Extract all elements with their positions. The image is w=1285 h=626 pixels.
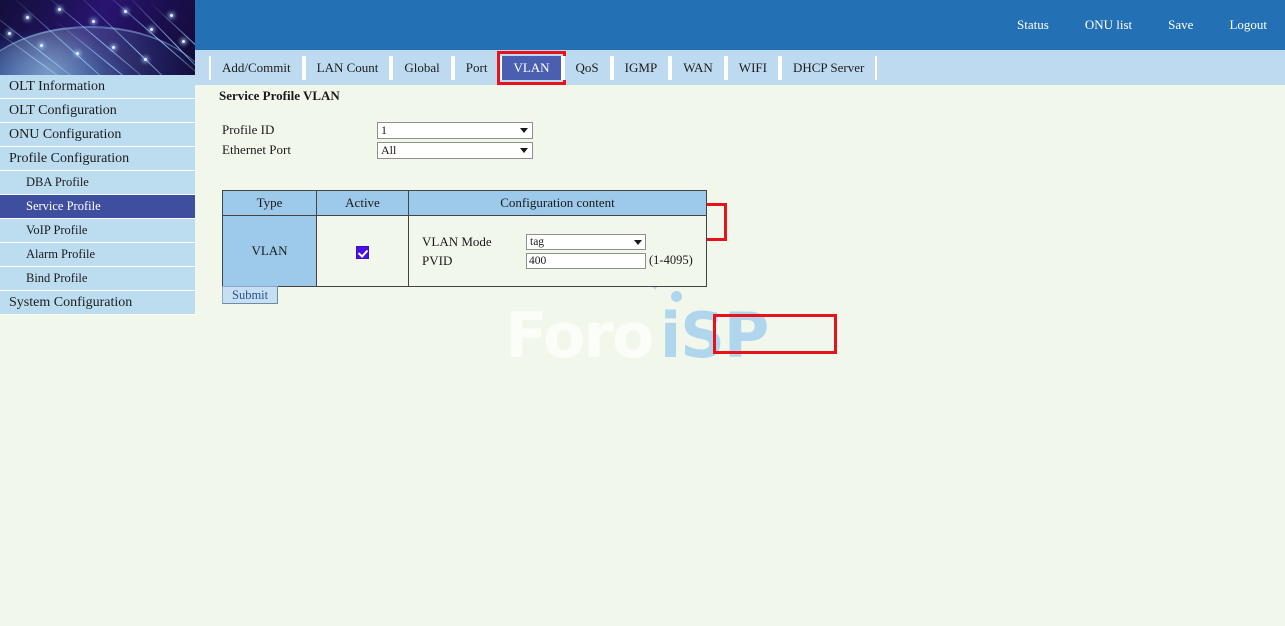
tab-list: Add/Commit LAN Count Global Port VLAN QoS IGMP… — [209, 51, 878, 85]
pvid-label: PVID — [422, 252, 453, 268]
sidebar-item-olt-configuration[interactable]: OLT Configuration — [0, 99, 195, 123]
ethernet-port-label: Ethernet Port — [222, 142, 291, 157]
profile-id-select[interactable]: 1 — [377, 121, 533, 139]
sidebar-item-service-profile[interactable]: Service Profile — [0, 195, 195, 219]
highlight-box-vlan-config — [713, 314, 837, 354]
cell-active — [316, 215, 409, 287]
sidebar-item-bind-profile[interactable]: Bind Profile — [0, 267, 195, 291]
pvid-input[interactable] — [526, 252, 646, 269]
main-content: Foro iSP Service Profile VLAN Profile ID… — [195, 85, 1285, 626]
sidebar-item-onu-configuration[interactable]: ONU Configuration — [0, 123, 195, 147]
col-header-active: Active — [316, 190, 409, 216]
browser-page: OLT Information OLT Configuration ONU Conf… — [0, 0, 1285, 626]
vlan-active-checkbox[interactable] — [356, 245, 369, 259]
tab-bar: Add/Commit LAN Count Global Port VLAN QoS IGMP… — [195, 50, 1285, 85]
watermark-text-foro: Foro — [505, 299, 655, 372]
left-column: OLT Information OLT Configuration ONU Conf… — [0, 0, 196, 626]
sidebar-item-alarm-profile[interactable]: Alarm Profile — [0, 243, 195, 267]
tab-lan-count[interactable]: LAN Count — [303, 56, 392, 80]
tab-label: Add/Commit — [222, 60, 291, 75]
ethernet-port-value: All — [381, 142, 397, 157]
config-row-pvid: PVID (1-4095) — [409, 251, 706, 270]
sidebar-item-voip-profile[interactable]: VoIP Profile — [0, 219, 195, 243]
vlan-mode-select[interactable]: tag — [526, 233, 646, 250]
tab-label: IGMP — [624, 60, 658, 75]
tab-add-commit[interactable]: Add/Commit — [209, 56, 304, 80]
tab-label: QoS — [575, 60, 599, 75]
foroisp-watermark: Foro iSP — [505, 268, 795, 373]
table-row: VLAN VLAN Mode tag PVID 400 (1-4095) — [222, 215, 707, 287]
tab-vlan[interactable]: VLAN — [497, 51, 566, 85]
config-row-vlan-mode: VLAN Mode tag — [409, 232, 706, 251]
tab-wan[interactable]: WAN — [670, 56, 726, 80]
vlan-config-table: Type Active Configuration content VLAN V… — [222, 190, 707, 287]
col-header-configuration-content: Configuration content — [408, 190, 707, 216]
tab-label: Global — [404, 60, 440, 75]
submit-button[interactable]: Submit — [222, 286, 279, 304]
form-row-profile-id: Profile ID 1 — [222, 120, 533, 140]
tab-igmp[interactable]: IGMP — [611, 56, 671, 80]
fiber-globe-banner-image — [0, 0, 195, 75]
sidebar-item-olt-information[interactable]: OLT Information — [0, 75, 195, 99]
cell-configuration-content: VLAN Mode tag PVID (1-4095) — [408, 215, 707, 287]
header-link-save[interactable]: Save — [1150, 17, 1211, 33]
tab-dhcp-server[interactable]: DHCP Server — [779, 56, 878, 80]
chevron-down-icon — [520, 128, 528, 133]
cell-type-vlan: VLAN — [222, 215, 317, 287]
tab-label: Port — [465, 60, 488, 75]
header-link-logout[interactable]: Logout — [1211, 17, 1285, 33]
tab-port[interactable]: Port — [452, 56, 501, 80]
header-link-onu-list[interactable]: ONU list — [1067, 17, 1150, 33]
table-header-row: Type Active Configuration content — [222, 190, 707, 216]
form-row-ethernet-port: Ethernet Port All — [222, 140, 533, 160]
tab-global[interactable]: Global — [391, 56, 453, 80]
watermark-antenna-dot-icon — [671, 291, 682, 302]
tab-label: WIFI — [738, 60, 767, 75]
tab-label: WAN — [683, 60, 713, 75]
sidebar-item-system-configuration[interactable]: System Configuration — [0, 291, 195, 315]
header-link-status[interactable]: Status — [999, 17, 1067, 33]
sidebar-item-profile-configuration[interactable]: Profile Configuration — [0, 147, 195, 171]
profile-selector-form: Profile ID 1 Ethernet Port All — [222, 120, 533, 160]
ethernet-port-select[interactable]: All — [377, 141, 533, 159]
tab-wifi[interactable]: WIFI — [725, 56, 780, 80]
col-header-type: Type — [222, 190, 317, 216]
tab-label: VLAN — [513, 60, 550, 75]
tab-qos[interactable]: QoS — [562, 56, 612, 80]
sidebar-nav: OLT Information OLT Configuration ONU Conf… — [0, 75, 196, 315]
profile-id-value: 1 — [381, 122, 387, 137]
profile-id-label: Profile ID — [222, 122, 275, 137]
page-title: Service Profile VLAN — [219, 88, 340, 103]
header-links: Status ONU list Save Logout — [999, 0, 1285, 50]
watermark-text-isp: iSP — [660, 299, 769, 372]
sidebar-item-dba-profile[interactable]: DBA Profile — [0, 171, 195, 195]
tab-label: LAN Count — [316, 60, 379, 75]
chevron-down-icon — [634, 239, 642, 245]
vlan-mode-value: tag — [530, 235, 545, 248]
vlan-mode-label: VLAN Mode — [422, 233, 492, 249]
top-header-bar: Status ONU list Save Logout — [195, 0, 1285, 50]
tab-label: DHCP Server — [792, 60, 865, 75]
pvid-range-hint: (1-4095) — [649, 253, 693, 267]
chevron-down-icon — [520, 148, 528, 153]
